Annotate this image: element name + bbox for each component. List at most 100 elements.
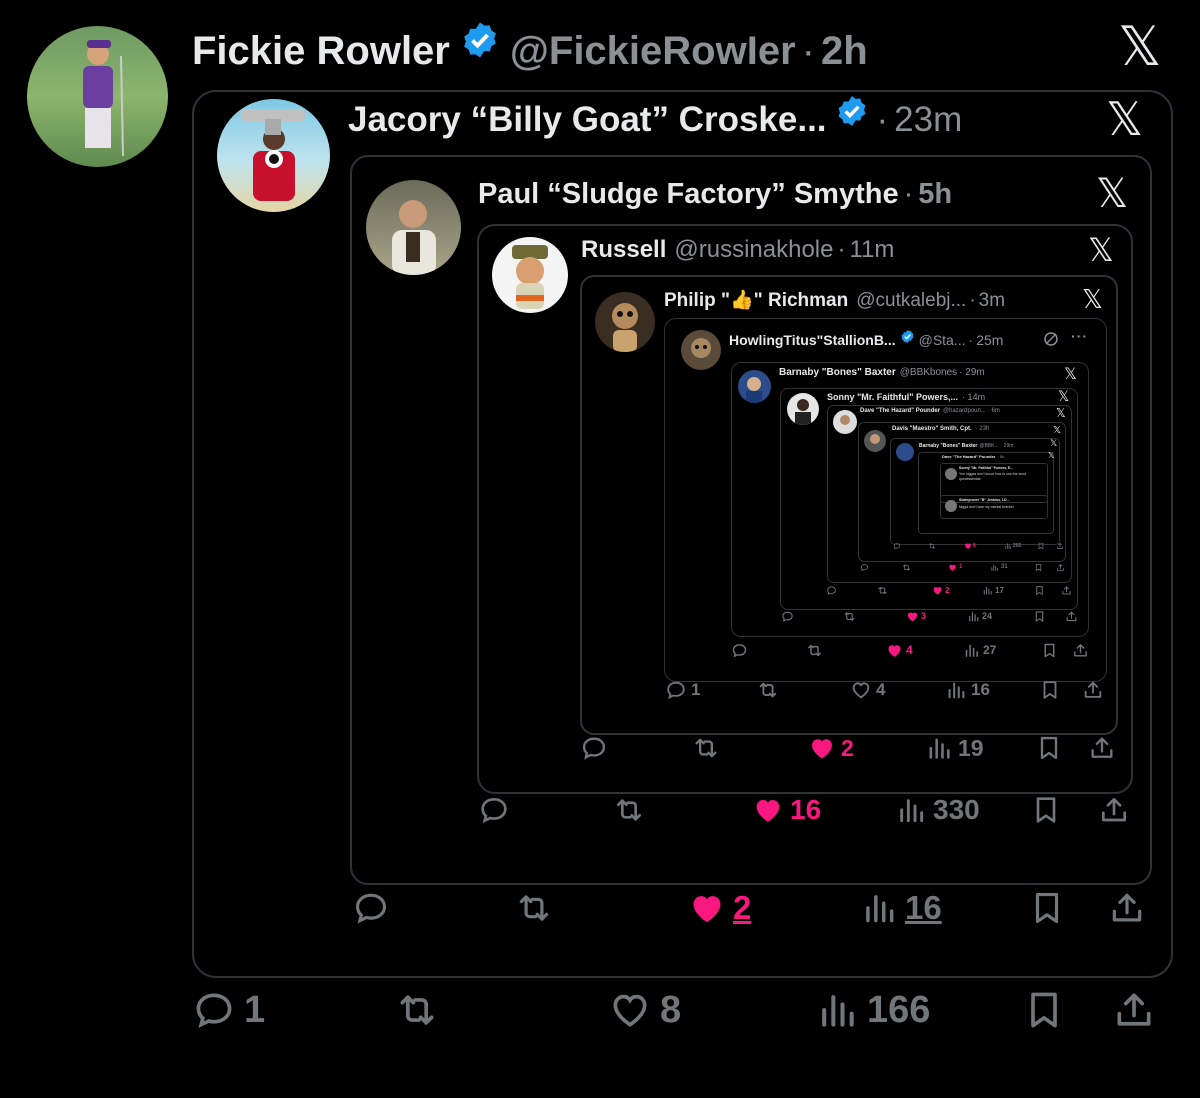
timestamp[interactable]: 5h: [918, 178, 952, 211]
timestamp[interactable]: · 29m: [959, 367, 985, 378]
retweet-button[interactable]: [757, 679, 779, 701]
reply-button[interactable]: 1: [192, 988, 265, 1032]
more-options-icon[interactable]: ···: [1071, 328, 1088, 344]
x-logo-icon[interactable]: 𝕏: [1053, 426, 1061, 436]
reply-button[interactable]: [781, 610, 794, 623]
bookmark-button[interactable]: [1030, 794, 1062, 826]
avatar[interactable]: [787, 393, 819, 425]
share-button[interactable]: [1072, 642, 1089, 659]
like-button[interactable]: 2: [932, 585, 949, 596]
bookmark-button[interactable]: [1033, 610, 1046, 623]
author-handle[interactable]: @FickieRowIer: [510, 29, 796, 74]
like-button[interactable]: 2: [688, 889, 751, 927]
x-logo-icon[interactable]: 𝕏: [1088, 234, 1114, 266]
avatar[interactable]: [681, 330, 721, 370]
bookmark-button[interactable]: [1022, 988, 1066, 1032]
author-name[interactable]: Sonny "Mr. Faithful" Powers,...: [827, 392, 958, 402]
views-button[interactable]: 202: [1004, 542, 1021, 550]
avatar[interactable]: [945, 468, 957, 480]
reply-button[interactable]: 1: [665, 679, 700, 701]
author-name[interactable]: Fickie Rowler: [192, 29, 450, 74]
bookmark-button[interactable]: [1037, 542, 1045, 550]
like-button[interactable]: 16: [752, 794, 821, 826]
author-name[interactable]: Dave "The Hazard" Pounder: [942, 454, 995, 459]
retweet-button[interactable]: [843, 610, 856, 623]
retweet-button[interactable]: [928, 542, 936, 550]
author-name[interactable]: Russell: [581, 236, 666, 264]
timestamp[interactable]: · 6m: [988, 408, 1000, 414]
views-button[interactable]: 16: [945, 679, 990, 701]
avatar[interactable]: [945, 500, 957, 512]
share-button[interactable]: [1056, 563, 1065, 572]
timestamp[interactable]: · 14m: [962, 392, 985, 402]
share-button[interactable]: [1065, 610, 1078, 623]
views-button[interactable]: 166: [815, 988, 930, 1032]
x-logo-icon[interactable]: 𝕏: [1118, 20, 1162, 74]
bookmark-button[interactable]: [1034, 585, 1045, 596]
x-logo-icon[interactable]: 𝕏: [1064, 366, 1077, 382]
retweet-button[interactable]: [613, 794, 645, 826]
author-name[interactable]: HowlingTitus"StallionB...: [729, 332, 896, 348]
share-button[interactable]: [1056, 542, 1064, 550]
views-button[interactable]: 24: [967, 610, 992, 623]
share-button[interactable]: [1061, 585, 1072, 596]
author-name[interactable]: Paul “Sludge Factory” Smythe: [478, 178, 899, 211]
avatar[interactable]: [492, 237, 568, 313]
views-button[interactable]: 31: [990, 563, 1008, 572]
timestamp[interactable]: 3m: [979, 290, 1005, 312]
retweet-button[interactable]: [902, 563, 911, 572]
reply-button[interactable]: [731, 642, 748, 659]
share-button[interactable]: [1082, 679, 1104, 701]
reply-button[interactable]: [478, 794, 510, 826]
timestamp[interactable]: 2h: [821, 29, 868, 74]
share-button[interactable]: [1112, 988, 1156, 1032]
views-button[interactable]: 16: [860, 889, 942, 927]
reply-button[interactable]: [860, 563, 869, 572]
avatar[interactable]: [27, 26, 168, 167]
reply-button[interactable]: [826, 585, 837, 596]
like-button[interactable]: 4: [886, 642, 913, 659]
like-button[interactable]: 1: [948, 563, 962, 572]
x-logo-icon[interactable]: 𝕏: [1058, 390, 1069, 404]
author-name[interactable]: Skateprover "B" Jenkins, LD...: [959, 498, 1010, 502]
like-button[interactable]: 8: [964, 542, 976, 550]
retweet-button[interactable]: [515, 889, 553, 927]
author-name[interactable]: Davis "Maestro" Smith, Cpt.: [892, 426, 972, 432]
reply-button[interactable]: [893, 542, 901, 550]
author-handle[interactable]: @BBK...: [979, 443, 998, 449]
author-handle[interactable]: @russinakhole: [674, 236, 833, 264]
bookmark-button[interactable]: [1034, 563, 1043, 572]
author-handle[interactable]: @hazardpoun...: [943, 408, 986, 414]
avatar[interactable]: [366, 180, 461, 275]
author-handle[interactable]: @Sta...: [919, 332, 966, 348]
bookmark-button[interactable]: [1028, 889, 1066, 927]
x-logo-icon[interactable]: 𝕏: [1106, 96, 1143, 142]
views-button[interactable]: 19: [925, 734, 984, 762]
timestamp[interactable]: · 6h: [997, 454, 1004, 459]
author-handle[interactable]: @cutkalebj...: [856, 290, 966, 312]
like-button[interactable]: 2: [808, 734, 854, 762]
x-logo-icon[interactable]: 𝕏: [1082, 287, 1103, 313]
share-button[interactable]: [1098, 794, 1130, 826]
like-button[interactable]: 8: [608, 988, 681, 1032]
timestamp[interactable]: · 29m: [1001, 443, 1014, 449]
like-button[interactable]: 3: [906, 610, 926, 623]
views-button[interactable]: 17: [982, 585, 1004, 596]
timestamp[interactable]: 23m: [894, 100, 962, 140]
like-button[interactable]: 4: [850, 679, 885, 701]
avatar[interactable]: [864, 430, 886, 452]
retweet-button[interactable]: [395, 988, 439, 1032]
retweet-button[interactable]: [806, 642, 823, 659]
author-name[interactable]: Dave "The Hazard" Pounder: [860, 408, 940, 414]
x-logo-icon[interactable]: 𝕏: [1096, 174, 1128, 214]
avatar[interactable]: [896, 443, 914, 461]
bookmark-button[interactable]: [1035, 734, 1063, 762]
author-name-part[interactable]: Philip ": [664, 290, 730, 312]
timestamp[interactable]: 25m: [976, 332, 1003, 348]
x-logo-icon[interactable]: 𝕏: [1050, 440, 1057, 449]
avatar[interactable]: [833, 410, 857, 434]
timestamp[interactable]: 11m: [849, 236, 894, 264]
author-name-part[interactable]: " Richman: [754, 290, 849, 312]
author-name[interactable]: Sonny "Mr. Faithful" Powers, E...: [959, 466, 1013, 470]
bookmark-button[interactable]: [1041, 642, 1058, 659]
